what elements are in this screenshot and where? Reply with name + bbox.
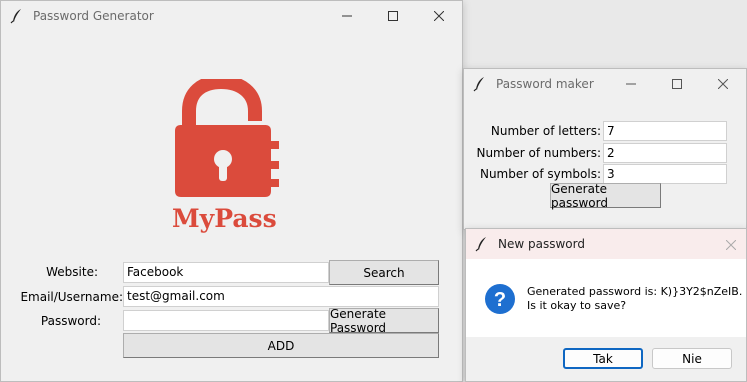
title-bar: Password maker (464, 69, 746, 99)
dialog-message-line1: Generated password is: K)}3Y2$nZeIB. (527, 285, 743, 298)
minimize-icon[interactable] (324, 11, 370, 21)
numbers-label: Number of numbers: (476, 146, 601, 160)
yes-button[interactable]: Tak (563, 348, 643, 369)
letters-input[interactable]: 7 (603, 121, 727, 141)
password-label: Password: (40, 314, 101, 328)
close-icon[interactable] (700, 79, 746, 89)
window-title: Password maker (496, 77, 594, 91)
new-password-dialog: New password ? Generated password is: K)… (465, 228, 747, 382)
maximize-icon[interactable] (654, 79, 700, 89)
generate-password-button[interactable]: Generate password (550, 182, 661, 210)
dialog-message-line2: Is it okay to save? (527, 299, 627, 312)
close-icon[interactable] (725, 239, 737, 253)
logo-text: MyPass (172, 204, 277, 233)
window-title: Password Generator (33, 8, 154, 23)
unlocked-padlock-icon (175, 79, 279, 197)
no-button[interactable]: Nie (652, 348, 732, 369)
close-icon[interactable] (416, 10, 462, 21)
search-button[interactable]: Search (329, 260, 439, 285)
minimize-icon[interactable] (608, 79, 654, 89)
letters-label: Number of letters: (490, 124, 601, 138)
dialog-title: New password (498, 237, 585, 251)
add-button[interactable]: ADD (123, 333, 439, 358)
symbols-label: Number of symbols: (479, 167, 601, 181)
numbers-input[interactable]: 2 (603, 143, 727, 163)
title-bar: Password Generator (1, 1, 462, 30)
email-input[interactable]: test@gmail.com (123, 286, 439, 307)
password-generator-window: Password Generator MyPass Website: Faceb… (0, 0, 463, 382)
website-input[interactable]: Facebook (123, 262, 329, 283)
website-label: Website: (46, 265, 98, 279)
maximize-icon[interactable] (370, 10, 416, 21)
title-bar: New password (466, 229, 746, 259)
feather-icon (475, 237, 486, 252)
email-label: Email/Username: (20, 290, 123, 304)
feather-icon (473, 77, 484, 92)
generate-password-button[interactable]: Generate Password (329, 307, 439, 335)
question-icon: ? (485, 284, 515, 314)
svg-text:?: ? (494, 289, 506, 311)
password-input[interactable] (123, 310, 329, 331)
feather-icon (10, 8, 21, 23)
password-maker-window: Password maker Number of letters: 7 Numb… (463, 68, 747, 230)
